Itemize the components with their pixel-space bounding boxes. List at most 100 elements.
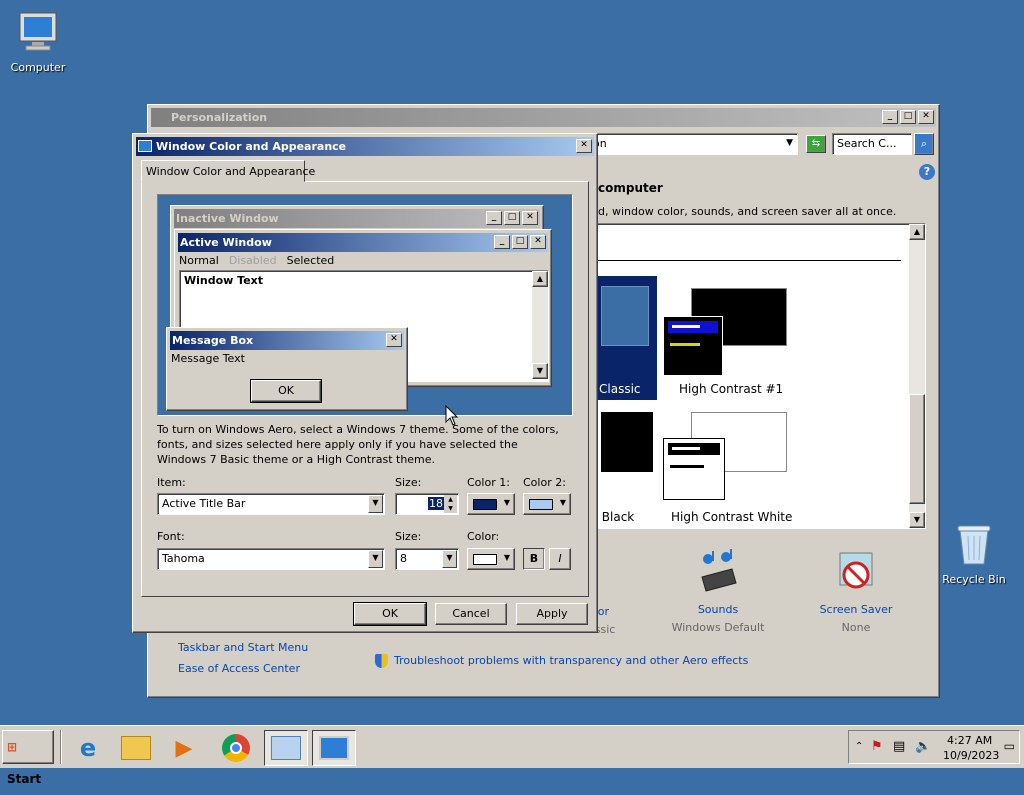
display-icon bbox=[319, 736, 349, 760]
ok-button[interactable]: OK bbox=[353, 602, 427, 626]
theme-high-contrast-black[interactable]: st Black bbox=[587, 412, 657, 524]
media-player-icon: ▶ bbox=[175, 736, 193, 761]
hcw-titlebar bbox=[668, 443, 720, 455]
internet-explorer-icon: e bbox=[79, 734, 97, 762]
recycle-bin-label: Recycle Bin bbox=[942, 573, 1006, 586]
theme-high-contrast-1[interactable]: High Contrast #1 bbox=[659, 276, 799, 400]
address-dropdown-icon[interactable]: ▼ bbox=[786, 138, 793, 148]
ease-of-access-link[interactable]: Ease of Access Center bbox=[178, 662, 300, 675]
taskbar-ie-button[interactable]: e bbox=[66, 730, 110, 766]
network-icon[interactable]: ▤ bbox=[893, 739, 905, 754]
help-icon[interactable]: ? bbox=[919, 164, 935, 180]
action-center-icon[interactable]: ⚑ bbox=[871, 739, 883, 754]
troubleshoot-link[interactable]: Troubleshoot problems with transparency … bbox=[394, 654, 748, 667]
cancel-button[interactable]: Cancel bbox=[435, 603, 507, 625]
dialog-titlebar[interactable]: Window Color and Appearance ✕ bbox=[136, 137, 594, 156]
theme-hcw-label: High Contrast White bbox=[671, 510, 793, 524]
search-button[interactable]: ⌕ bbox=[914, 133, 934, 155]
taskbar-explorer-button[interactable] bbox=[114, 730, 158, 766]
bottom-item-screensaver[interactable]: Screen Saver None bbox=[806, 547, 906, 637]
taskbar-control-panel-button[interactable] bbox=[264, 730, 308, 766]
computer-desktop-icon[interactable]: Computer bbox=[0, 10, 76, 74]
dialog-window-icon bbox=[138, 140, 152, 152]
preview-menu-bar: Normal Disabled Selected bbox=[179, 254, 334, 267]
mouse-cursor-icon bbox=[445, 405, 459, 426]
theme-list-scrollbar[interactable]: ▲ ▼ bbox=[909, 224, 925, 528]
clock-date[interactable]: 10/9/2023 bbox=[943, 749, 999, 762]
color2-picker[interactable]: ▼ bbox=[523, 493, 571, 515]
start-button[interactable]: ⊞ Start bbox=[2, 730, 54, 786]
taskbar-start-menu-link[interactable]: Taskbar and Start Menu bbox=[178, 641, 308, 654]
aero-info-text: To turn on Windows Aero, select a Window… bbox=[157, 423, 559, 466]
theme-classic[interactable]: Classic bbox=[597, 276, 657, 400]
close-button[interactable]: ✕ bbox=[918, 110, 934, 124]
scroll-down-button[interactable]: ▼ bbox=[909, 512, 925, 528]
preview-active-min: _ bbox=[494, 235, 510, 249]
bottom-item-sounds[interactable]: Sounds Windows Default bbox=[668, 547, 768, 637]
refresh-button[interactable]: ⇆ bbox=[806, 135, 826, 153]
maximize-button[interactable]: □ bbox=[900, 110, 916, 124]
item-dropdown-icon[interactable]: ▼ bbox=[368, 495, 383, 513]
preview-menu-disabled: Disabled bbox=[228, 254, 277, 267]
font-size-select[interactable]: 8 ▼ bbox=[395, 548, 459, 570]
item-select[interactable]: Active Title Bar ▼ bbox=[157, 493, 385, 515]
preview-scrollbar: ▲ ▼ bbox=[532, 271, 548, 379]
preview-inactive-max: □ bbox=[504, 211, 520, 225]
computer-label: Computer bbox=[10, 61, 66, 74]
search-input[interactable]: Search C... bbox=[832, 133, 912, 155]
minimize-button[interactable]: _ bbox=[882, 110, 898, 124]
window-color-dialog: Window Color and Appearance ✕ Window Col… bbox=[132, 133, 598, 633]
preview-menu-normal: Normal bbox=[179, 254, 219, 267]
taskbar: ⊞ Start e ▶ ⌃ ⚑ ▤ 🔈 4:27 AM 10/9/2023 ▭ bbox=[0, 725, 1024, 786]
font-size-label: Size: bbox=[395, 530, 422, 543]
preview-area: Inactive Window _ □ ✕ Active Window _ □ ✕ No… bbox=[157, 194, 573, 416]
show-hidden-icons-icon[interactable]: ⌃ bbox=[855, 741, 863, 752]
scroll-up-button[interactable]: ▲ bbox=[909, 224, 925, 240]
tab-window-color[interactable]: Window Color and Appearance bbox=[141, 160, 315, 182]
personalization-titlebar[interactable]: Personalization _ □ ✕ bbox=[151, 108, 936, 127]
italic-toggle[interactable]: I bbox=[549, 548, 571, 570]
hc1-title-line bbox=[672, 325, 700, 328]
bold-toggle[interactable]: B bbox=[523, 548, 545, 570]
theme-list[interactable]: Classic High Contrast #1 st Black High C… bbox=[587, 223, 926, 529]
sounds-sub: Windows Default bbox=[671, 621, 765, 634]
screen-saver-icon bbox=[839, 552, 873, 589]
scroll-thumb[interactable] bbox=[909, 394, 925, 504]
recycle-bin-desktop-icon[interactable]: Recycle Bin bbox=[936, 522, 1012, 586]
clock-time[interactable]: 4:27 AM bbox=[947, 734, 992, 747]
theme-hcw-preview-front bbox=[663, 438, 725, 500]
taskbar-chrome-button[interactable] bbox=[214, 730, 258, 766]
taskbar-media-player-button[interactable]: ▶ bbox=[162, 730, 206, 766]
font-size-value: 8 bbox=[400, 552, 407, 565]
apply-button[interactable]: Apply bbox=[516, 603, 588, 625]
monitor-icon bbox=[19, 12, 57, 51]
page-description: d, window color, sounds, and screen save… bbox=[598, 205, 897, 218]
font-dropdown-icon[interactable]: ▼ bbox=[368, 550, 383, 568]
item-size-down-icon[interactable]: ▼ bbox=[444, 504, 457, 513]
address-bar[interactable]: on ▼ bbox=[588, 133, 798, 155]
color2-label: Color 2: bbox=[523, 476, 566, 489]
volume-icon[interactable]: 🔈 bbox=[915, 739, 931, 754]
font-size-dropdown-icon[interactable]: ▼ bbox=[442, 550, 457, 568]
color1-picker[interactable]: ▼ bbox=[467, 493, 515, 515]
windows-logo-icon: ⊞ bbox=[7, 740, 18, 754]
screen-saver-sub: None bbox=[841, 621, 871, 634]
hc1-text-line bbox=[670, 343, 700, 346]
font-select[interactable]: Tahoma ▼ bbox=[157, 548, 385, 570]
preview-scroll-up: ▲ bbox=[532, 271, 548, 287]
search-placeholder: Search C... bbox=[837, 137, 897, 150]
item-size-spinner[interactable]: 18 ▲ ▼ bbox=[395, 493, 459, 515]
theme-list-divider bbox=[597, 260, 901, 261]
show-desktop-icon[interactable]: ▭ bbox=[1004, 739, 1015, 753]
preview-msgbox-text: Message Text bbox=[171, 352, 245, 365]
theme-classic-label: Classic bbox=[599, 382, 641, 396]
preview-inactive-close: ✕ bbox=[522, 211, 538, 225]
item-size-up-icon[interactable]: ▲ bbox=[444, 495, 457, 504]
theme-high-contrast-white[interactable]: High Contrast White bbox=[659, 412, 809, 524]
personalization-title: Personalization bbox=[171, 111, 268, 124]
chrome-center bbox=[230, 742, 242, 754]
taskbar-personalization-button[interactable] bbox=[312, 730, 356, 766]
font-color-picker[interactable]: ▼ bbox=[467, 548, 515, 570]
item-size-value[interactable]: 18 bbox=[428, 497, 444, 510]
dialog-close-button[interactable]: ✕ bbox=[576, 139, 592, 153]
